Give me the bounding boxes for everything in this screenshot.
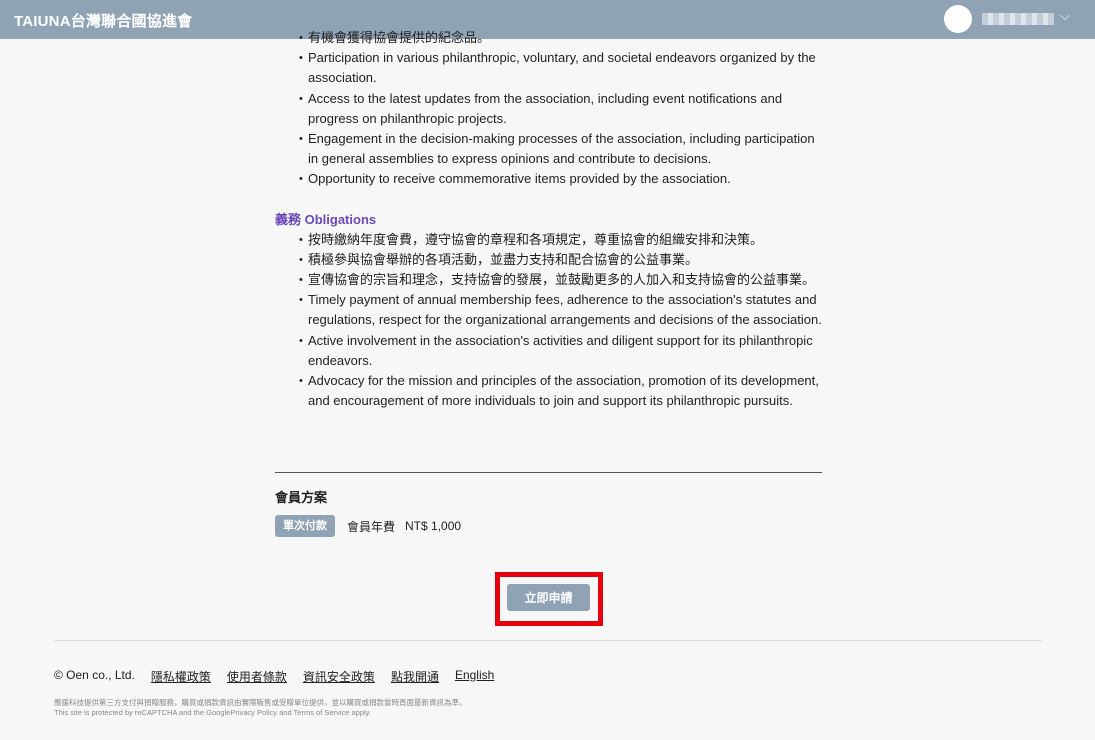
- list-item: Opportunity to receive commemorative ite…: [275, 169, 822, 189]
- list-item: Advocacy for the mission and principles …: [275, 371, 822, 411]
- plan-title: 會員方案: [275, 490, 328, 505]
- list-item: 按時繳納年度會費，遵守協會的章程和各項規定，尊重協會的組織安排和決策。: [275, 230, 822, 250]
- payment-disclaimer: 應援科技提供第三方支付與捐贈服務，購買或捐款資訊由實際販售或受贈單位提供，並以購…: [54, 698, 467, 707]
- brand-logo[interactable]: TAIUNA台灣聯合國協進會: [14, 10, 192, 31]
- list-item: 積極參與協會舉辦的各項活動，並盡力支持和配合協會的公益事業。: [275, 250, 822, 270]
- plan-option: 單次付款 會員年費 NT$ 1,000: [275, 515, 461, 537]
- terms-of-use-link[interactable]: 使用者條款: [227, 668, 287, 685]
- plan-price: NT$ 1,000: [405, 519, 462, 533]
- security-policy-link[interactable]: 資訊安全政策: [303, 668, 375, 685]
- obligations-list: 按時繳納年度會費，遵守協會的章程和各項規定，尊重協會的組織安排和決策。 積極參與…: [275, 230, 822, 412]
- list-item: 有機會獲得協會提供的紀念品。: [275, 28, 822, 48]
- user-avatar[interactable]: [944, 5, 972, 33]
- chevron-down-icon[interactable]: ⌵: [1060, 8, 1070, 24]
- username-redacted[interactable]: [982, 13, 1054, 25]
- list-item: Engagement in the decision-making proces…: [275, 129, 822, 169]
- english-link[interactable]: English: [455, 668, 494, 685]
- copyright: © Oen co., Ltd.: [54, 668, 135, 682]
- membership-content: 有機會獲得協會提供的紀念品。 Participation in various …: [275, 28, 822, 422]
- obligations-heading: 義務 Obligations: [275, 211, 377, 227]
- apply-button[interactable]: 立即申請: [507, 584, 590, 611]
- footer-links: © Oen co., Ltd. 隱私權政策 使用者條款 資訊安全政策 點我開通 …: [54, 668, 510, 685]
- list-item: Participation in various philanthropic, …: [275, 48, 822, 88]
- plan-type-badge: 單次付款: [275, 515, 335, 537]
- list-item: 宣傳協會的宗旨和理念，支持協會的發展，並鼓勵更多的人加入和支持協會的公益事業。: [275, 270, 822, 290]
- list-item: Active involvement in the association's …: [275, 331, 822, 371]
- privacy-policy-link[interactable]: 隱私權政策: [151, 668, 211, 685]
- list-item: Timely payment of annual membership fees…: [275, 290, 822, 330]
- list-item: Access to the latest updates from the as…: [275, 89, 822, 129]
- activate-link[interactable]: 點我開通: [391, 668, 439, 685]
- section-divider: [275, 472, 822, 473]
- recaptcha-notice: This site is protected by reCAPTCHA and …: [54, 708, 371, 717]
- footer-divider: [54, 640, 1042, 641]
- rights-list: 有機會獲得協會提供的紀念品。 Participation in various …: [275, 28, 822, 190]
- plan-name: 會員年費: [347, 519, 396, 534]
